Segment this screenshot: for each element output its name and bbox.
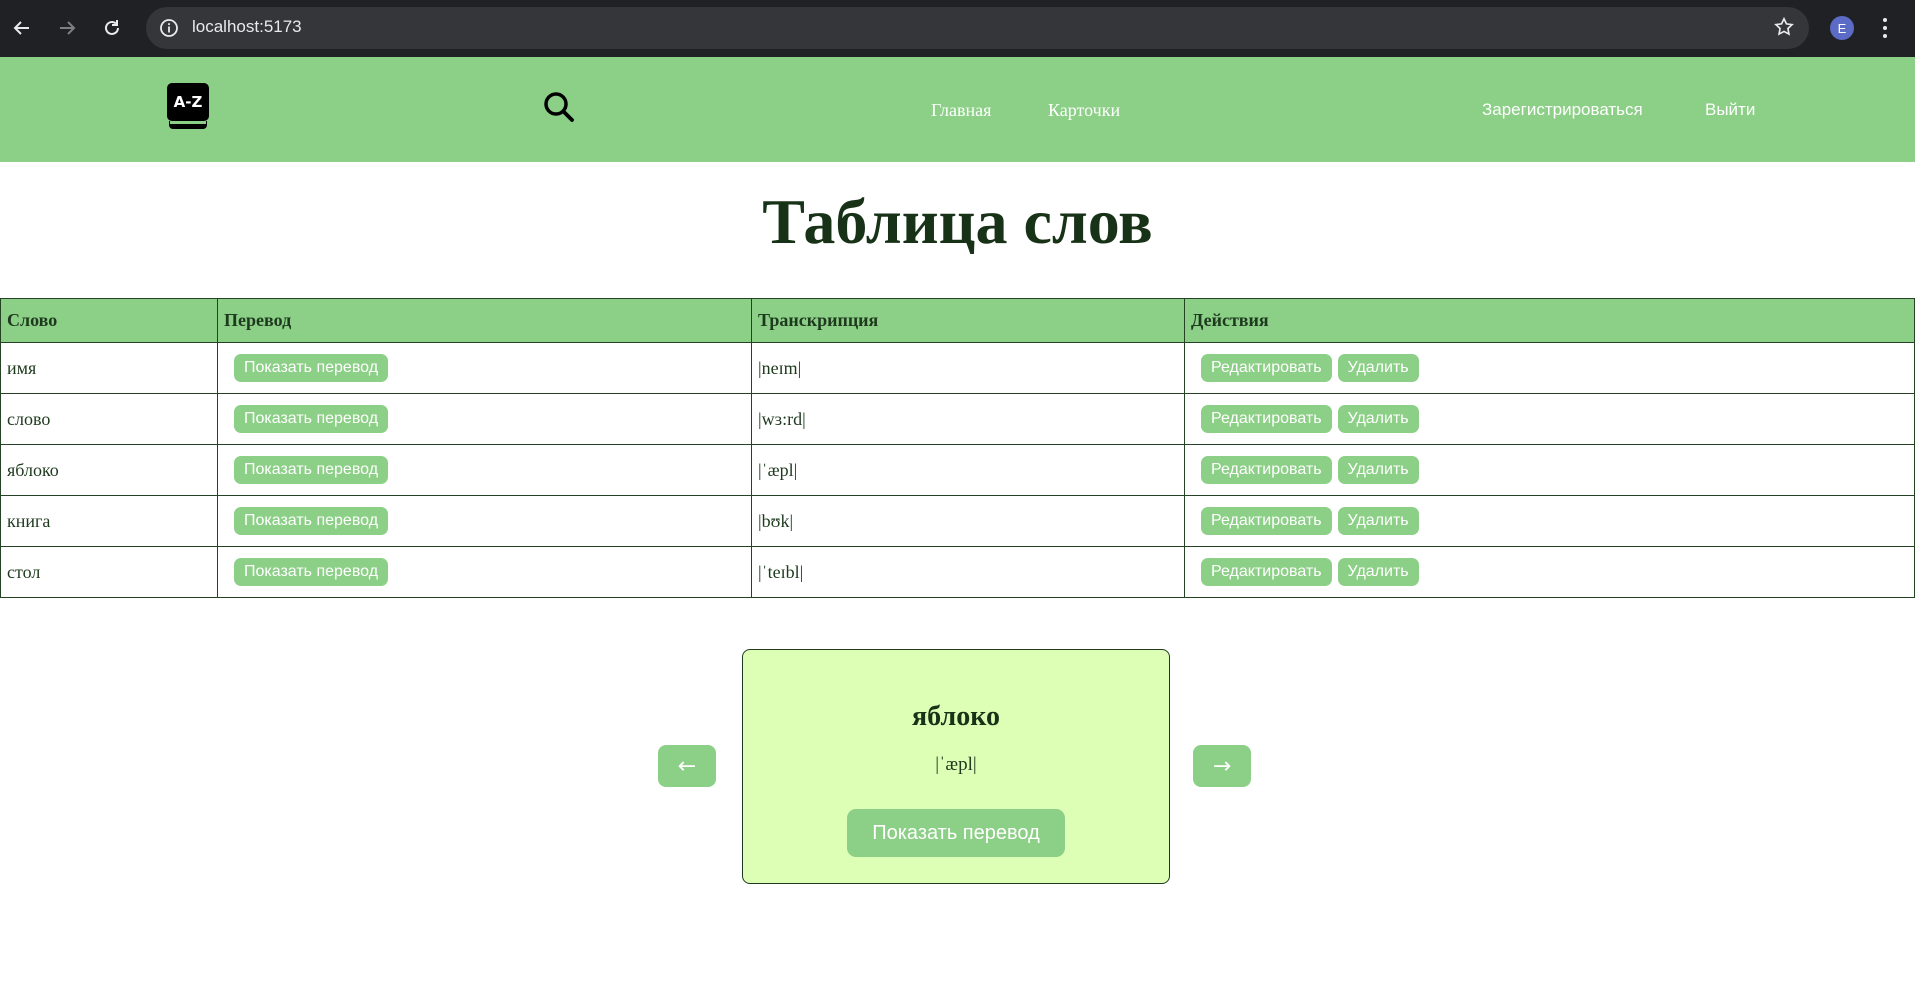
show-translation-button[interactable]: Показать перевод (234, 354, 389, 382)
column-header-actions: Действия (1184, 298, 1915, 343)
table-row: стол Показать перевод |ˈteɪbl| Редактиро… (0, 546, 1915, 598)
flashcard-show-translation-button[interactable]: Показать перевод (847, 809, 1065, 857)
flashcard-word: яблоко (912, 701, 1000, 732)
next-card-button[interactable]: → (1193, 745, 1251, 787)
logout-link[interactable]: Выйти (1705, 100, 1755, 120)
url-text: localhost:5173 (192, 17, 302, 36)
actions-cell: Редактировать Удалить (1184, 342, 1915, 394)
table-row: яблоко Показать перевод |ˈæpl| Редактиро… (0, 444, 1915, 496)
flashcard: яблоко |ˈæpl| Показать перевод (742, 649, 1170, 884)
translation-cell: Показать перевод (217, 546, 752, 598)
show-translation-button[interactable]: Показать перевод (234, 456, 389, 484)
show-translation-button[interactable]: Показать перевод (234, 405, 389, 433)
edit-button[interactable]: Редактировать (1201, 507, 1332, 535)
translation-cell: Показать перевод (217, 495, 752, 547)
actions-cell: Редактировать Удалить (1184, 393, 1915, 445)
word-cell: имя (0, 342, 218, 394)
nav-cards-link[interactable]: Карточки (1048, 100, 1120, 121)
translation-cell: Показать перевод (217, 393, 752, 445)
edit-button[interactable]: Редактировать (1201, 405, 1332, 433)
delete-button[interactable]: Удалить (1337, 354, 1419, 382)
delete-button[interactable]: Удалить (1337, 456, 1419, 484)
register-link[interactable]: Зарегистрироваться (1482, 100, 1643, 120)
transcription-cell: |neɪm| (751, 342, 1185, 394)
nav-home-link[interactable]: Главная (931, 100, 991, 121)
forward-arrow-icon[interactable] (53, 14, 81, 42)
actions-cell: Редактировать Удалить (1184, 546, 1915, 598)
flashcard-transcription: |ˈæpl| (935, 754, 977, 775)
logo-text: A-Z (174, 93, 203, 111)
show-translation-button[interactable]: Показать перевод (234, 558, 389, 586)
page-title: Таблица слов (762, 186, 1153, 257)
actions-cell: Редактировать Удалить (1184, 444, 1915, 496)
column-header-word: Слово (0, 298, 218, 343)
transcription-cell: |ˈteɪbl| (751, 546, 1185, 598)
table-row: книга Показать перевод |bʊk| Редактирова… (0, 495, 1915, 547)
edit-button[interactable]: Редактировать (1201, 456, 1332, 484)
actions-cell: Редактировать Удалить (1184, 495, 1915, 547)
column-header-translation: Перевод (217, 298, 752, 343)
transcription-cell: |ˈæpl| (751, 444, 1185, 496)
address-bar[interactable]: localhost:5173 (146, 7, 1809, 49)
word-cell: слово (0, 393, 218, 445)
translation-cell: Показать перевод (217, 444, 752, 496)
info-icon[interactable] (158, 17, 180, 39)
edit-button[interactable]: Редактировать (1201, 558, 1332, 586)
translation-cell: Показать перевод (217, 342, 752, 394)
table-row: имя Показать перевод |neɪm| Редактироват… (0, 342, 1915, 394)
table-row: слово Показать перевод |wɜ:rd| Редактиро… (0, 393, 1915, 445)
star-icon[interactable] (1773, 16, 1795, 43)
words-table: Слово Перевод Транскрипция Действия имя … (0, 298, 1915, 598)
table-header-row: Слово Перевод Транскрипция Действия (0, 298, 1915, 343)
app-header: A-Z Главная Карточки Зарегистрироваться … (0, 57, 1915, 162)
transcription-cell: |wɜ:rd| (751, 393, 1185, 445)
reload-icon[interactable] (98, 14, 126, 42)
profile-avatar[interactable]: E (1830, 16, 1854, 40)
kebab-menu-icon[interactable] (1880, 16, 1890, 45)
back-arrow-icon[interactable] (8, 14, 36, 42)
browser-toolbar: localhost:5173 E (0, 0, 1915, 57)
delete-button[interactable]: Удалить (1337, 405, 1419, 433)
prev-card-button[interactable]: ← (658, 745, 716, 787)
edit-button[interactable]: Редактировать (1201, 354, 1332, 382)
az-logo-icon[interactable]: A-Z (167, 83, 209, 131)
search-icon[interactable] (543, 91, 575, 128)
delete-button[interactable]: Удалить (1337, 507, 1419, 535)
word-cell: книга (0, 495, 218, 547)
column-header-transcription: Транскрипция (751, 298, 1185, 343)
delete-button[interactable]: Удалить (1337, 558, 1419, 586)
transcription-cell: |bʊk| (751, 495, 1185, 547)
show-translation-button[interactable]: Показать перевод (234, 507, 389, 535)
word-cell: яблоко (0, 444, 218, 496)
word-cell: стол (0, 546, 218, 598)
